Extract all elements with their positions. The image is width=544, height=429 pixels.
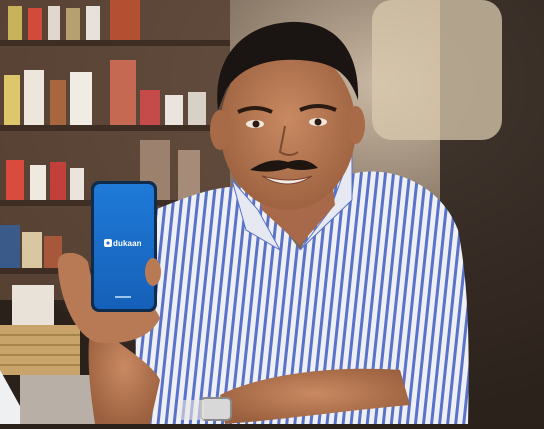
hanging-cloth	[372, 0, 502, 140]
wicker-basket	[0, 325, 80, 375]
thumb	[145, 258, 161, 286]
product-box	[12, 285, 54, 325]
photo-illustration	[0, 0, 544, 424]
finger	[58, 253, 78, 271]
left-ear	[210, 110, 230, 150]
phone-footer-text	[115, 296, 131, 298]
wristwatch	[200, 397, 232, 421]
phone-app-brand-text: dukaan	[113, 239, 142, 248]
right-ear	[347, 106, 365, 144]
photo-scene: dukaan	[0, 0, 544, 424]
